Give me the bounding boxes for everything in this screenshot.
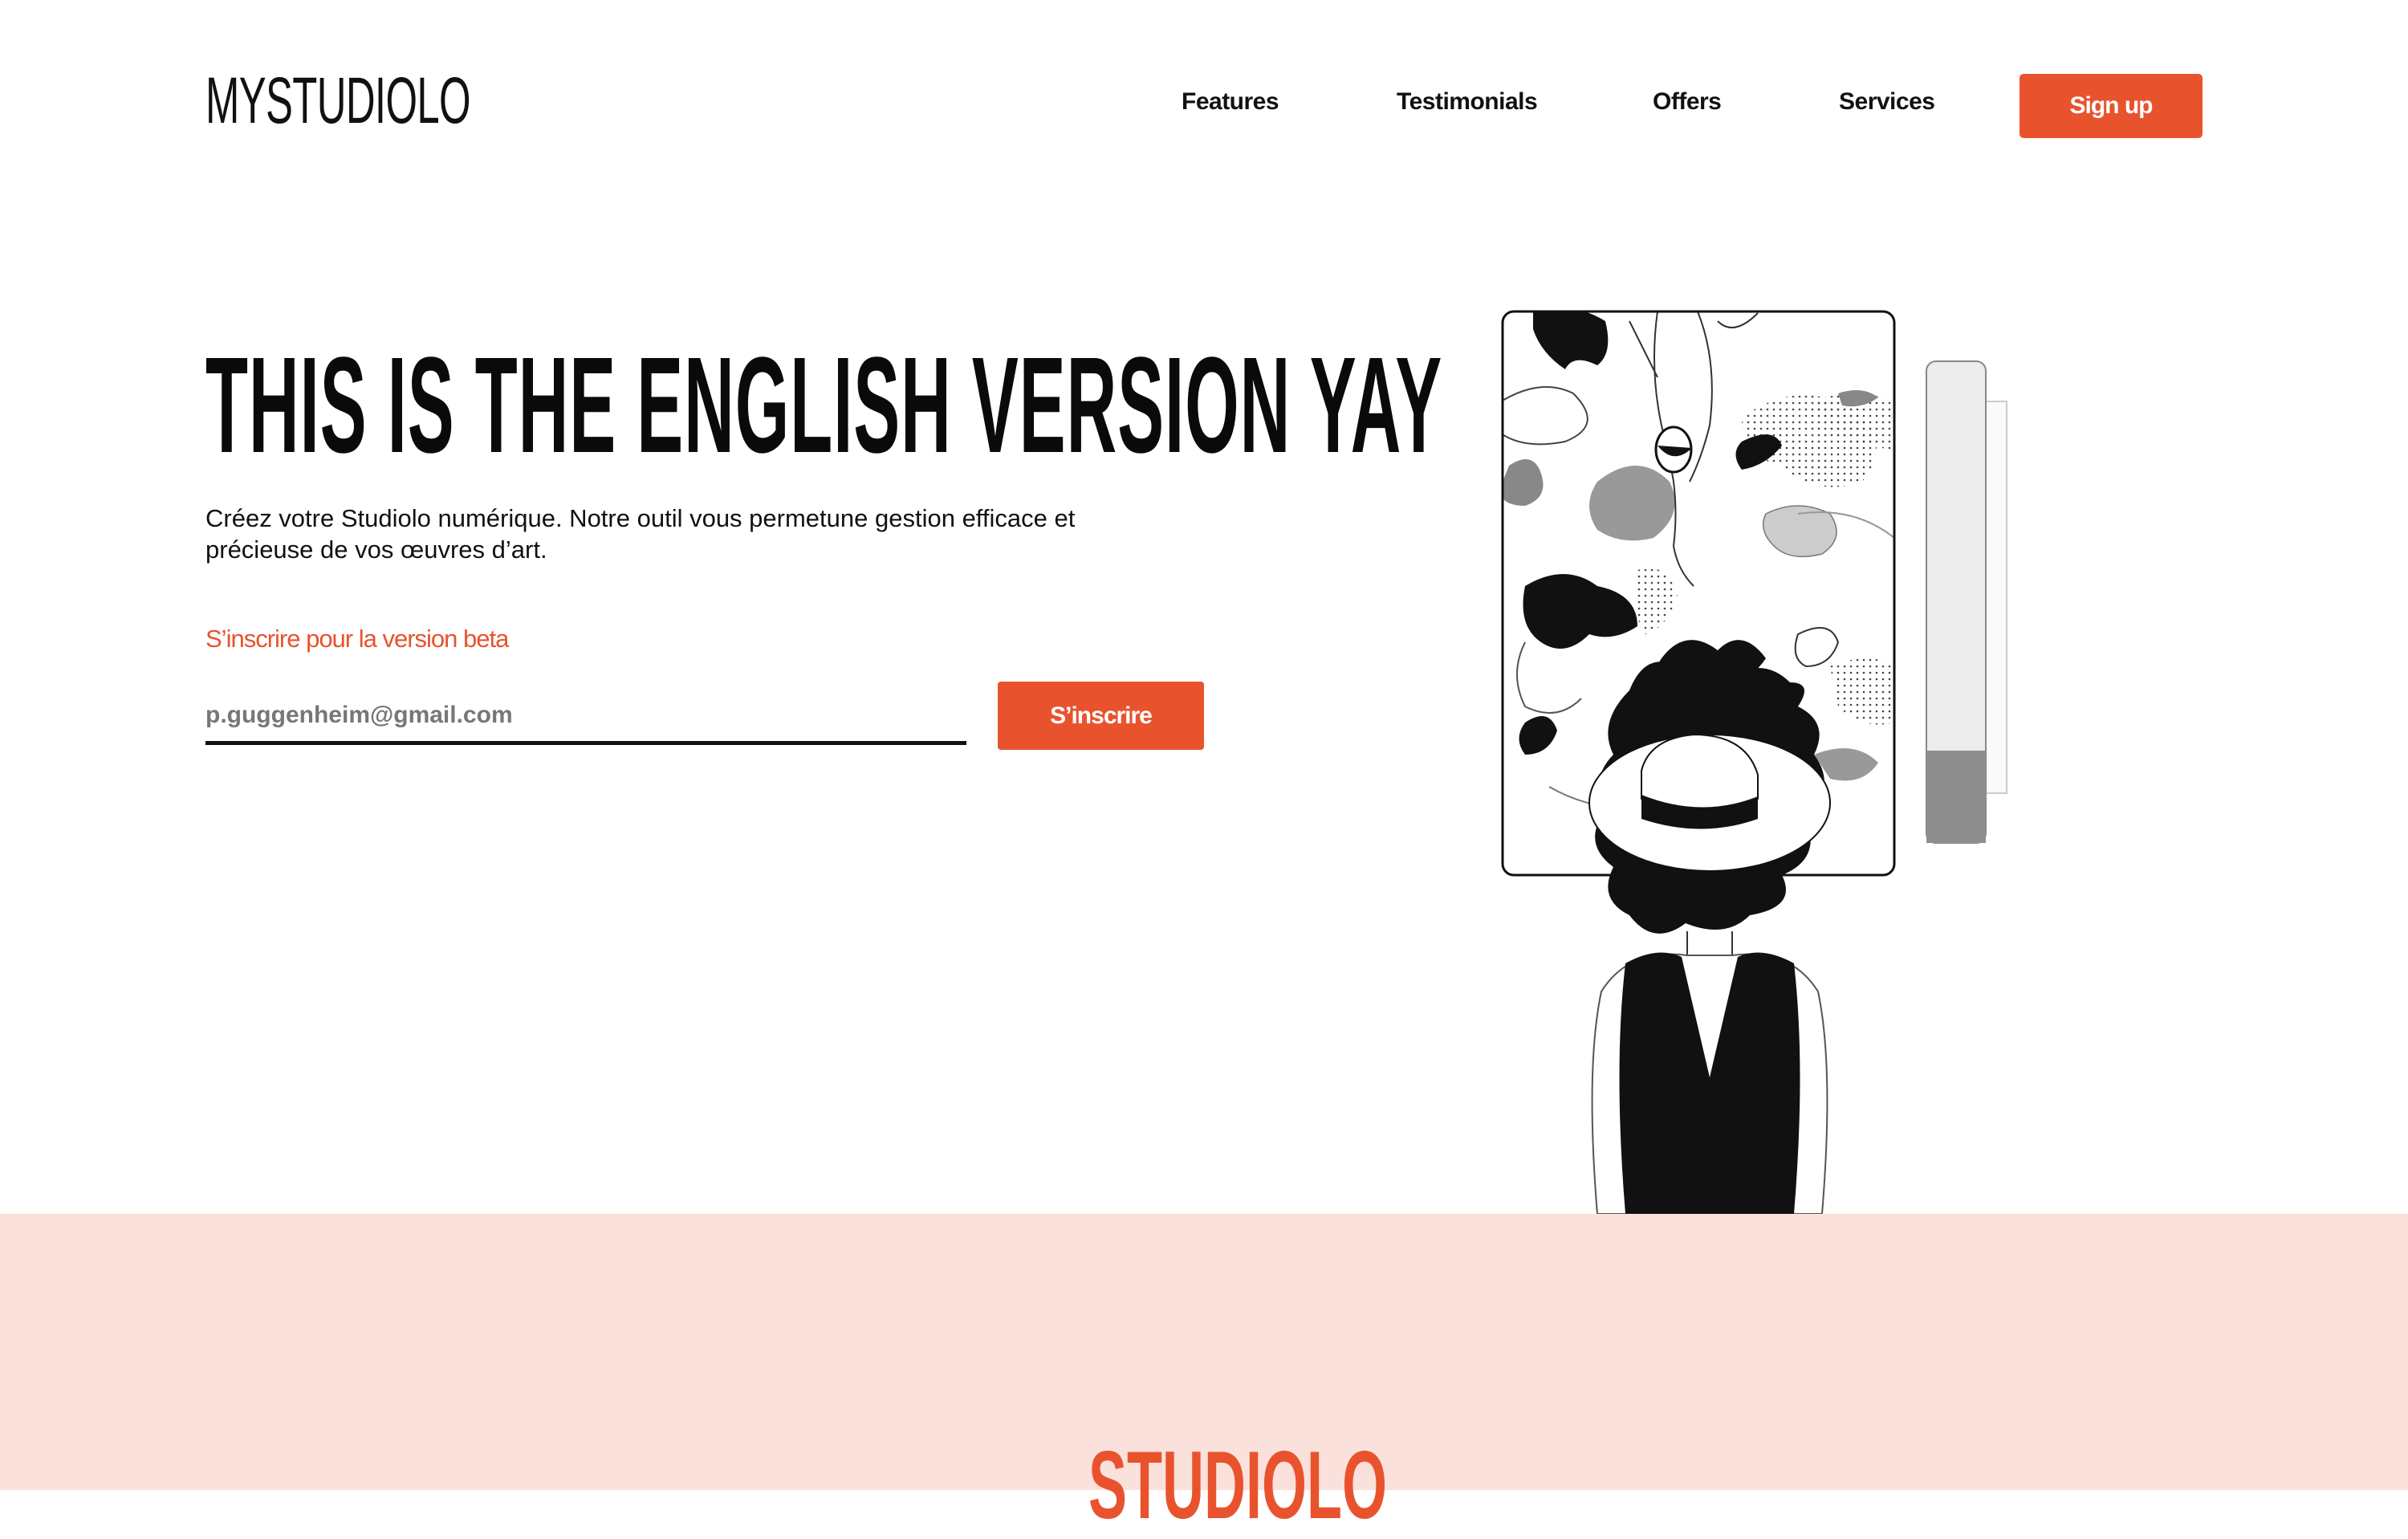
nav-offers-link[interactable]: Offers (1653, 88, 1722, 116)
email-input[interactable] (205, 689, 966, 745)
back-canvas-shade (1926, 751, 1986, 843)
nav-services-link[interactable]: Services (1839, 88, 1935, 116)
nav-features-link[interactable]: Features (1182, 88, 1279, 116)
signup-button[interactable]: Sign up (2020, 74, 2203, 138)
section-title: STUDIOLO (1088, 1431, 1387, 1539)
hero-title: THIS IS THE ENGLISH VERSION YAY (205, 329, 1443, 482)
nav-testimonials-link[interactable]: Testimonials (1397, 88, 1538, 116)
hero-description: Créez votre Studiolo numérique. Notre ou… (205, 504, 1076, 564)
subscribe-button[interactable]: S’inscrire (998, 682, 1204, 750)
beta-signup-label: S’inscrire pour la version beta (205, 625, 509, 653)
logo-main: STUDIOLO (266, 64, 471, 137)
logo[interactable]: MY STUDIOLO (205, 64, 471, 138)
person-viewing-artwork-illustration (1501, 310, 2007, 1214)
logo-prefix: MY (205, 64, 266, 137)
